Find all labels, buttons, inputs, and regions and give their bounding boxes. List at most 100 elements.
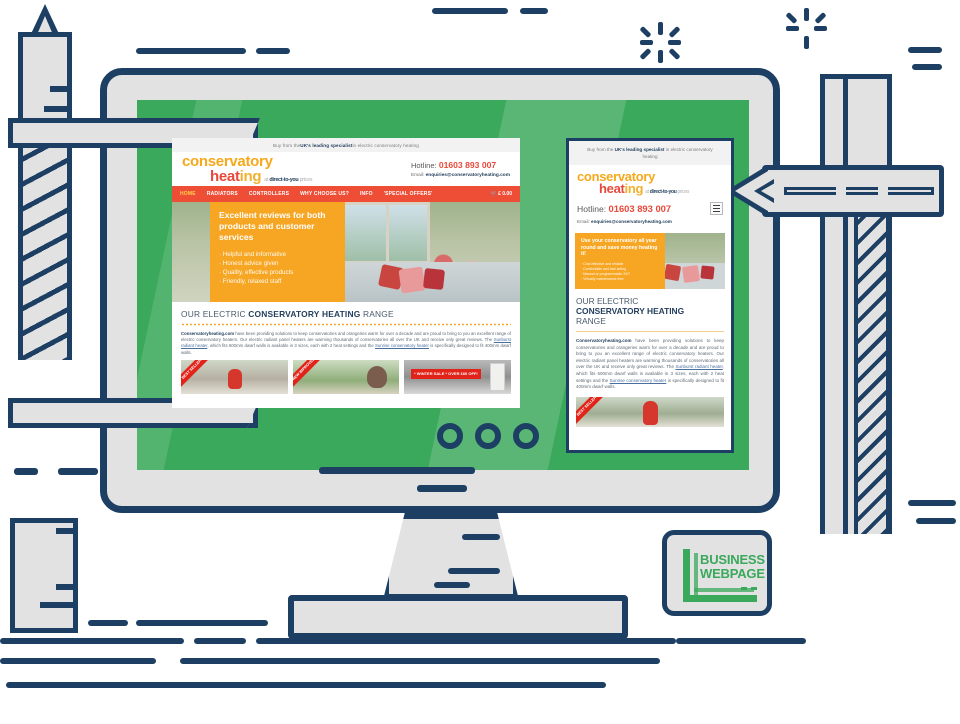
site-logo[interactable]: conservatory heating at direct-to-you pri…: [182, 154, 312, 184]
mobile-logo-line-2: heating at direct-to-you prices: [599, 181, 723, 198]
nav-item-home[interactable]: HOME: [180, 191, 196, 197]
nav-item-radiators[interactable]: RADIATORS: [207, 191, 238, 197]
mobile-hotline-number: 01603 893 007: [608, 203, 672, 214]
hero-cushion: [398, 266, 426, 294]
cart-button[interactable]: 🛒 £ 0.00: [490, 191, 512, 197]
decor-line: [462, 534, 500, 540]
decor-line: [58, 468, 98, 475]
mobile-range-heading-post: RANGE: [576, 316, 606, 326]
nav-item-info[interactable]: INFO: [360, 191, 373, 197]
left-pointing-arrow-sign: [726, 165, 944, 217]
hotline[interactable]: Hotline: 01603 893 007: [411, 160, 510, 170]
badge-line-2: WEBPAGE: [700, 566, 765, 581]
ribbon-best-seller: BEST SELLER: [181, 359, 215, 392]
nav-item-controllers[interactable]: CONTROLLERS: [249, 191, 289, 197]
logo-line-2: heating at direct-to-you prices: [210, 169, 312, 184]
mobile-logo-ing: ing: [624, 181, 644, 196]
shopping-cart-icon: 🛒: [490, 191, 497, 197]
header-contact: Hotline: 01603 893 007 Email: enquiries@…: [411, 160, 510, 178]
crane-tower-hatching: [854, 168, 890, 534]
mobile-hero-heading: Use your conservatory all year round and…: [581, 238, 658, 258]
promo-strip-bold: UK's leading specialist: [300, 142, 353, 148]
logo-heat: heat: [210, 168, 240, 185]
mobile-promo-pre: Buy from the: [587, 147, 615, 152]
mobile-link-sunburst[interactable]: Sunburst radiant heater: [675, 364, 722, 369]
decor-line: [88, 620, 128, 626]
arrow-inner-shaft: [784, 187, 934, 195]
product-tile-best-seller[interactable]: BEST SELLER: [181, 359, 288, 394]
product-image-heater: [227, 368, 242, 389]
mobile-logo-heat: heat: [599, 181, 625, 196]
promo-strip-post: in electric conservatory heating: [352, 142, 419, 148]
badge-line-1: BUSINESS: [700, 552, 765, 567]
badge-text: BUSINESS WEBPAGE: [700, 553, 765, 581]
decor-line: [136, 48, 246, 54]
ribbon-new-improved: NEW IMPROVED: [292, 359, 326, 392]
hero-cushion: [423, 268, 445, 290]
arrow-inner-head-fill: [761, 183, 775, 199]
logo-tagline: at direct-to-you prices: [264, 177, 312, 183]
mobile-email-label: Email:: [577, 219, 590, 224]
crane-tower-column: [843, 74, 848, 534]
mobile-hero-bullet-list: Cost effective and reliable Comfortable …: [581, 262, 659, 282]
decor-line: [6, 682, 606, 688]
range-heading-pre: OUR ELECTRIC: [181, 309, 249, 319]
product-image-person: [366, 365, 387, 388]
product-tiles: BEST SELLER NEW IMPROVED * WINTER SALE *…: [172, 356, 520, 394]
hero-banner: Excellent reviews for both products and …: [172, 202, 520, 302]
mobile-product-tile[interactable]: BEST SELLER: [576, 396, 724, 427]
hotline-number: 01603 893 007: [438, 160, 497, 170]
cart-total: £ 0.00: [498, 191, 512, 197]
email[interactable]: Email: enquiries@conservatoryheating.com: [411, 173, 510, 178]
mobile-website-preview[interactable]: Buy from the UK's leading specialist in …: [566, 138, 734, 453]
mobile-hero-cushion: [681, 264, 701, 284]
decor-line: [520, 8, 548, 14]
range-heading-bold: CONSERVATORY HEATING: [248, 309, 361, 319]
decor-line: [432, 8, 508, 14]
mobile-hotline[interactable]: Hotline: 01603 893 007: [577, 203, 671, 214]
product-tile-new-improved[interactable]: NEW IMPROVED: [292, 359, 400, 394]
mobile-hero-cushion: [700, 265, 715, 280]
nav-item-special-offers[interactable]: 'SPECIAL OFFERS': [384, 191, 433, 197]
hero-bullet: Quality, effective products: [219, 268, 336, 277]
link-sunrise[interactable]: Sunrise conservatory heater: [375, 343, 429, 348]
decor-line: [448, 568, 500, 574]
mobile-link-sunrise[interactable]: Sunrise conservatory heater: [610, 378, 667, 383]
decor-line: [676, 638, 806, 644]
email-address: enquiries@conservatoryheating.com: [425, 173, 510, 178]
nav-item-why-choose-us[interactable]: WHY CHOOSE US?: [300, 191, 349, 197]
decor-line: [0, 658, 156, 664]
decor-line: [908, 47, 942, 53]
decor-line: [0, 638, 184, 644]
site-header: conservatory heating at direct-to-you pri…: [172, 152, 520, 186]
badge-dash: [751, 587, 757, 590]
mobile-range-heading: OUR ELECTRIC CONSERVATORY HEATING RANGE: [576, 296, 724, 326]
site-navigation[interactable]: HOME RADIATORS CONTROLLERS WHY CHOOSE US…: [172, 186, 520, 202]
mast-notch: [50, 86, 72, 92]
mobile-range-heading-bold: CONSERVATORY HEATING: [576, 306, 685, 316]
mobile-email[interactable]: Email: enquiries@conservatoryheating.com: [577, 219, 723, 224]
hotline-label: Hotline:: [410, 161, 437, 170]
hero-bullet: Friendly, relaxed staff: [219, 277, 336, 286]
monitor-dot: [475, 423, 501, 449]
mobile-range-body-text: Conservatoryheating.com have been provid…: [576, 338, 724, 391]
mast-notch: [44, 106, 72, 112]
mobile-range-section: OUR ELECTRIC CONSERVATORY HEATING RANGE …: [569, 289, 731, 391]
mobile-promo-bold: UK's leading specialist: [614, 147, 665, 152]
decor-line: [908, 500, 956, 506]
desktop-website-preview[interactable]: Buy from the UK's leading specialist in …: [172, 138, 520, 408]
monitor-stand-base: [288, 595, 628, 639]
tagline-bold: direct-to-you: [269, 177, 299, 183]
product-image-panel-heater: [489, 362, 505, 391]
mobile-hotline-label: Hotline:: [577, 204, 607, 214]
product-tile-winter-sale[interactable]: * WINTER SALE * OVER £60 OFF!: [404, 359, 512, 394]
sparkle-icon: [639, 22, 681, 63]
body-part: , which fits 600mm dwarf walls is availa…: [207, 343, 375, 349]
hero-bullet: Helpful and informative: [219, 250, 336, 259]
hero-bullet: Honest advice given: [219, 259, 336, 268]
promo-strip: Buy from the UK's leading specialist in …: [172, 138, 520, 152]
mobile-body-brand: Conservatoryheating.com: [576, 338, 632, 343]
mobile-hero-bullet: Virtually maintenance free: [581, 277, 659, 282]
hamburger-menu-icon[interactable]: [710, 202, 723, 215]
dotted-divider: [181, 323, 511, 326]
